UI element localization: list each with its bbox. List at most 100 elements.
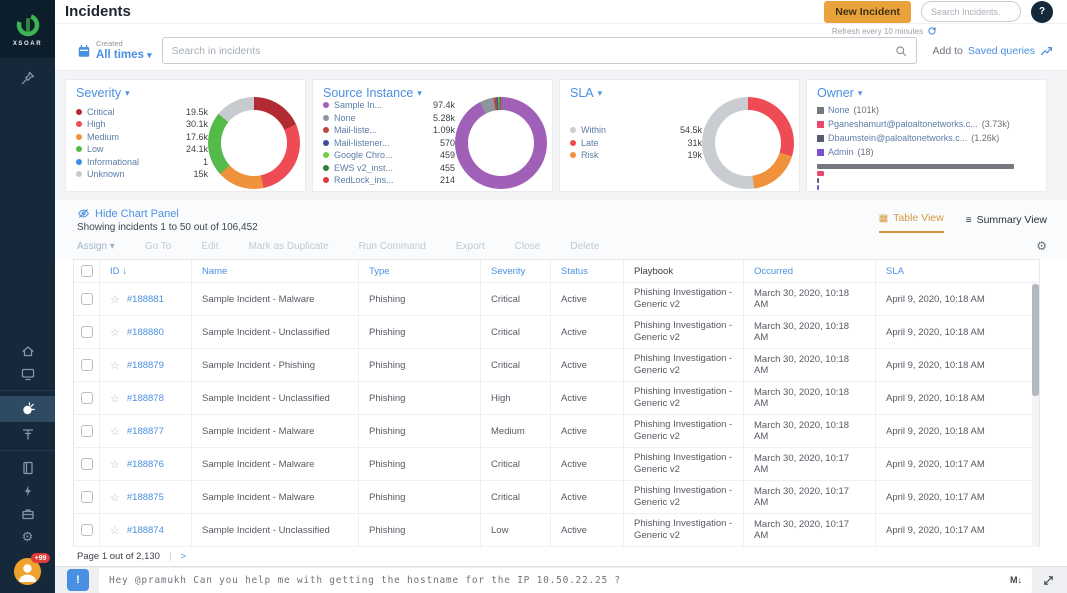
user-avatar[interactable]: +99 xyxy=(14,558,41,585)
legend-item[interactable]: EWS v2_inst...455 xyxy=(323,163,455,173)
select-all-checkbox[interactable] xyxy=(81,265,93,277)
legend-item[interactable]: Low24.1k xyxy=(76,144,208,154)
incident-id-link[interactable]: #188875 xyxy=(127,492,164,503)
incident-id-link[interactable]: #188879 xyxy=(127,360,164,371)
table-row[interactable]: ☆#188874Sample Incident - UnclassifiedPh… xyxy=(74,514,1039,547)
legend-item[interactable]: RedLock_ins...214 xyxy=(323,175,455,185)
legend-item[interactable]: Unknown15k xyxy=(76,169,208,179)
star-icon[interactable]: ☆ xyxy=(110,524,120,537)
star-icon[interactable]: ☆ xyxy=(110,293,120,306)
next-page-button[interactable]: > xyxy=(180,551,186,562)
markdown-icon[interactable]: M↓ xyxy=(1010,575,1022,585)
col-header-severity[interactable]: Severity xyxy=(481,260,551,283)
legend-item[interactable]: Within54.5k xyxy=(570,125,702,135)
action-go-to[interactable]: Go To xyxy=(145,241,172,252)
incident-id-link[interactable]: #188874 xyxy=(127,525,164,536)
legend-item[interactable]: Google Chro...459 xyxy=(323,150,455,160)
action-run-command[interactable]: Run Command xyxy=(359,241,426,252)
xsoar-logo[interactable]: XSOAR xyxy=(0,0,55,58)
legend-item[interactable]: Critical19.5k xyxy=(76,107,208,117)
sidebar-item-settings[interactable]: ⚙ xyxy=(0,525,55,548)
star-icon[interactable]: ☆ xyxy=(110,392,120,405)
legend-item[interactable]: Pganeshamurt@paloaltonetworks.c...(3.73k… xyxy=(817,119,1010,129)
incident-id-link[interactable]: #188876 xyxy=(127,459,164,470)
col-header-type[interactable]: Type xyxy=(359,260,481,283)
action-delete[interactable]: Delete xyxy=(570,241,599,252)
incident-id-link[interactable]: #188877 xyxy=(127,426,164,437)
star-icon[interactable]: ☆ xyxy=(110,425,120,438)
star-icon[interactable]: ☆ xyxy=(110,458,120,471)
legend-item[interactable]: Risk19k xyxy=(570,150,702,160)
sidebar-pin-button[interactable] xyxy=(0,67,55,89)
tab-table-view[interactable]: ▦ Table View xyxy=(879,212,944,233)
sidebar-item-war-room[interactable] xyxy=(0,422,55,445)
action-assign[interactable]: Assign ▾ xyxy=(77,241,115,252)
created-filter-dropdown[interactable]: Created All times ▾ xyxy=(77,40,152,61)
action-mark-as-duplicate[interactable]: Mark as Duplicate xyxy=(249,241,329,252)
new-incident-button[interactable]: New Incident xyxy=(824,1,911,23)
help-button[interactable]: ? xyxy=(1031,1,1053,23)
legend-item[interactable]: None5.28k xyxy=(323,113,455,123)
sidebar-item-home[interactable] xyxy=(0,339,55,362)
owner-card-header[interactable]: Owner ▾ xyxy=(817,86,1036,100)
table-row[interactable]: ☆#188878Sample Incident - UnclassifiedPh… xyxy=(74,382,1039,415)
legend-item[interactable]: Dbaumstein@paloaltonetworks.c...(1.26k) xyxy=(817,133,999,143)
owner-bar-chart[interactable] xyxy=(817,164,1014,190)
table-row[interactable]: ☆#188877Sample Incident - MalwarePhishin… xyxy=(74,415,1039,448)
table-row[interactable]: ☆#188876Sample Incident - MalwarePhishin… xyxy=(74,448,1039,481)
row-checkbox[interactable] xyxy=(81,293,93,305)
table-row[interactable]: ☆#188875Sample Incident - MalwarePhishin… xyxy=(74,481,1039,514)
legend-item[interactable]: Sample In...97.4k xyxy=(323,100,455,110)
table-row[interactable]: ☆#188879Sample Incident - PhishingPhishi… xyxy=(74,349,1039,382)
row-checkbox[interactable] xyxy=(81,392,93,404)
col-header-name[interactable]: Name xyxy=(192,260,359,283)
chat-input[interactable]: Hey @pramukh Can you help me with gettin… xyxy=(99,568,1032,593)
sidebar-item-jobs[interactable] xyxy=(0,502,55,525)
expand-button[interactable] xyxy=(1042,574,1055,587)
row-checkbox[interactable] xyxy=(81,359,93,371)
legend-item[interactable]: Admin(18) xyxy=(817,147,874,157)
star-icon[interactable]: ☆ xyxy=(110,359,120,372)
legend-item[interactable]: Medium17.6k xyxy=(76,132,208,142)
row-checkbox[interactable] xyxy=(81,524,93,536)
action-close[interactable]: Close xyxy=(515,241,541,252)
table-scrollbar[interactable] xyxy=(1032,284,1039,547)
legend-item[interactable]: Mail-liste...1.09k xyxy=(323,125,455,135)
global-search-input[interactable] xyxy=(921,1,1021,22)
sidebar-item-playbooks[interactable] xyxy=(0,456,55,479)
table-row[interactable]: ☆#188880Sample Incident - UnclassifiedPh… xyxy=(74,316,1039,349)
col-header-occurred[interactable]: Occurred xyxy=(744,260,876,283)
row-checkbox[interactable] xyxy=(81,425,93,437)
source-donut-chart[interactable] xyxy=(455,97,547,189)
sidebar-item-automation[interactable] xyxy=(0,479,55,502)
star-icon[interactable]: ☆ xyxy=(110,491,120,504)
table-settings-gear-icon[interactable]: ⚙ xyxy=(1036,239,1047,253)
alert-button[interactable]: ! xyxy=(67,569,89,591)
table-row[interactable]: ☆#188881Sample Incident - MalwarePhishin… xyxy=(74,283,1039,316)
incident-id-link[interactable]: #188880 xyxy=(127,327,164,338)
search-icon[interactable] xyxy=(895,45,907,57)
incident-id-link[interactable]: #188881 xyxy=(127,294,164,305)
sla-donut-chart[interactable] xyxy=(702,97,794,189)
legend-item[interactable]: Late31k xyxy=(570,138,702,148)
col-header-id[interactable]: ID↓ xyxy=(100,260,192,283)
col-header-status[interactable]: Status xyxy=(551,260,624,283)
legend-item[interactable]: Informational1 xyxy=(76,157,208,167)
row-checkbox[interactable] xyxy=(81,491,93,503)
col-header-playbook[interactable]: Playbook xyxy=(624,260,744,283)
action-edit[interactable]: Edit xyxy=(201,241,218,252)
legend-item[interactable]: None(101k) xyxy=(817,105,879,115)
severity-donut-chart[interactable] xyxy=(208,97,300,189)
col-header-sla[interactable]: SLA xyxy=(876,260,1039,283)
hide-chart-panel-link[interactable]: Hide Chart Panel xyxy=(77,207,258,220)
trend-chart-icon[interactable] xyxy=(1040,44,1053,57)
incident-search-input[interactable] xyxy=(172,45,895,57)
legend-item[interactable]: High30.1k xyxy=(76,119,208,129)
tab-summary-view[interactable]: ≡ Summary View xyxy=(966,214,1047,233)
star-icon[interactable]: ☆ xyxy=(110,326,120,339)
scrollbar-thumb[interactable] xyxy=(1032,284,1039,396)
sidebar-item-dashboards[interactable] xyxy=(0,362,55,385)
sidebar-item-incidents[interactable] xyxy=(0,396,55,422)
row-checkbox[interactable] xyxy=(81,458,93,470)
row-checkbox[interactable] xyxy=(81,326,93,338)
